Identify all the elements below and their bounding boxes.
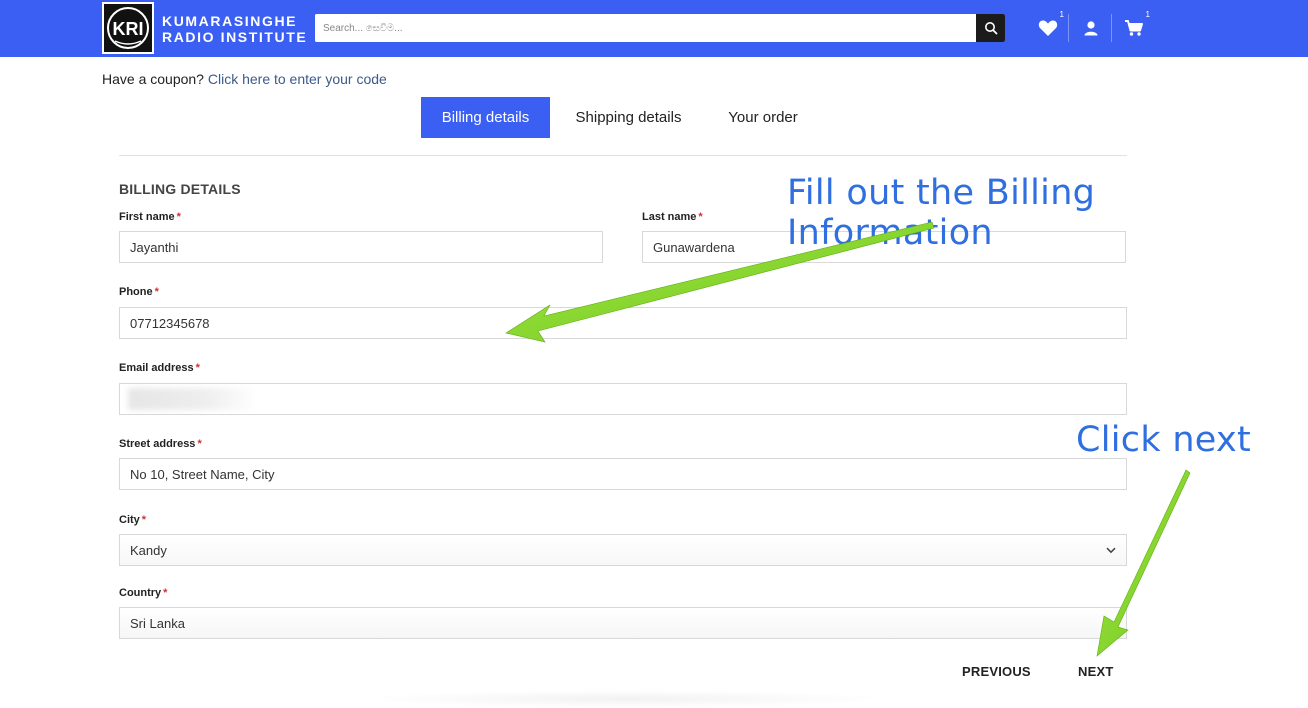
cart-icon <box>1125 20 1143 36</box>
required-mark: * <box>195 362 200 374</box>
wishlist-count-badge: 1 <box>1059 10 1064 19</box>
first-name-label-text: First name <box>119 211 175 223</box>
required-mark: * <box>197 438 202 450</box>
email-label: Email address * <box>119 362 200 374</box>
search-button[interactable] <box>976 14 1005 42</box>
tab-shipping-details[interactable]: Shipping details <box>560 97 697 138</box>
city-selected-value: Kandy <box>130 542 167 558</box>
street-address-label: Street address * <box>119 438 202 450</box>
cart-button[interactable]: 1 <box>1122 10 1150 40</box>
required-mark: * <box>698 211 703 223</box>
first-name-label: First name * <box>119 211 181 223</box>
search-bar <box>315 14 1005 42</box>
tab-billing-details[interactable]: Billing details <box>421 97 550 138</box>
phone-field[interactable] <box>119 307 1127 339</box>
wishlist-button[interactable]: 1 <box>1036 10 1064 40</box>
country-value: Sri Lanka <box>130 615 185 631</box>
user-icon <box>1084 21 1098 36</box>
search-input[interactable] <box>315 14 975 42</box>
annotation-fill-out: Fill out the Billing Information <box>787 173 1096 253</box>
city-label-text: City <box>119 514 140 526</box>
annotation-click-next: Click next <box>1076 420 1252 460</box>
coupon-prompt: Have a coupon? <box>102 71 204 87</box>
last-name-label: Last name * <box>642 211 703 223</box>
cart-count-badge: 1 <box>1145 10 1150 19</box>
brand-line-2: RADIO INSTITUTE <box>162 29 308 45</box>
first-name-field[interactable] <box>119 231 603 263</box>
phone-label: Phone * <box>119 286 159 298</box>
required-mark: * <box>154 286 159 298</box>
site-logo[interactable]: KRI <box>102 2 154 54</box>
chevron-down-icon <box>1106 547 1116 553</box>
street-label-text: Street address <box>119 438 196 450</box>
brand-name[interactable]: KUMARASINGHE RADIO INSTITUTE <box>162 13 307 45</box>
city-label: City * <box>119 514 146 526</box>
coupon-notice: Have a coupon? Click here to enter your … <box>102 71 387 87</box>
header-separator <box>1111 14 1112 42</box>
country-label: Country * <box>119 587 167 599</box>
street-address-field[interactable] <box>119 458 1127 490</box>
coupon-link[interactable]: Click here to enter your code <box>208 71 387 87</box>
search-icon <box>984 22 997 35</box>
email-field[interactable] <box>119 383 1127 415</box>
heart-icon <box>1038 20 1058 36</box>
tab-your-order[interactable]: Your order <box>712 97 814 138</box>
header-separator <box>1068 14 1069 42</box>
country-label-text: Country <box>119 587 162 599</box>
country-field[interactable]: Sri Lanka <box>119 607 1127 639</box>
required-mark: * <box>176 211 181 223</box>
required-mark: * <box>141 514 147 526</box>
city-select[interactable]: Kandy <box>119 534 1127 566</box>
section-divider <box>119 155 1127 156</box>
email-label-text: Email address <box>119 362 194 374</box>
account-button[interactable] <box>1079 16 1103 40</box>
site-header: KRI KUMARASINGHE RADIO INSTITUTE 1 <box>0 0 1308 57</box>
footer-shadow <box>360 690 890 708</box>
billing-section-title: BILLING DETAILS <box>119 181 241 197</box>
kri-logo-icon: KRI <box>107 7 149 49</box>
phone-label-text: Phone <box>119 286 153 298</box>
required-mark: * <box>163 587 168 599</box>
brand-line-1: KUMARASINGHE <box>162 13 298 29</box>
last-name-label-text: Last name <box>642 211 697 223</box>
logo-lettering: KRI <box>113 19 144 39</box>
email-redaction-blur <box>128 388 258 410</box>
next-button[interactable]: NEXT <box>1078 664 1113 679</box>
previous-button[interactable]: PREVIOUS <box>962 664 1031 679</box>
